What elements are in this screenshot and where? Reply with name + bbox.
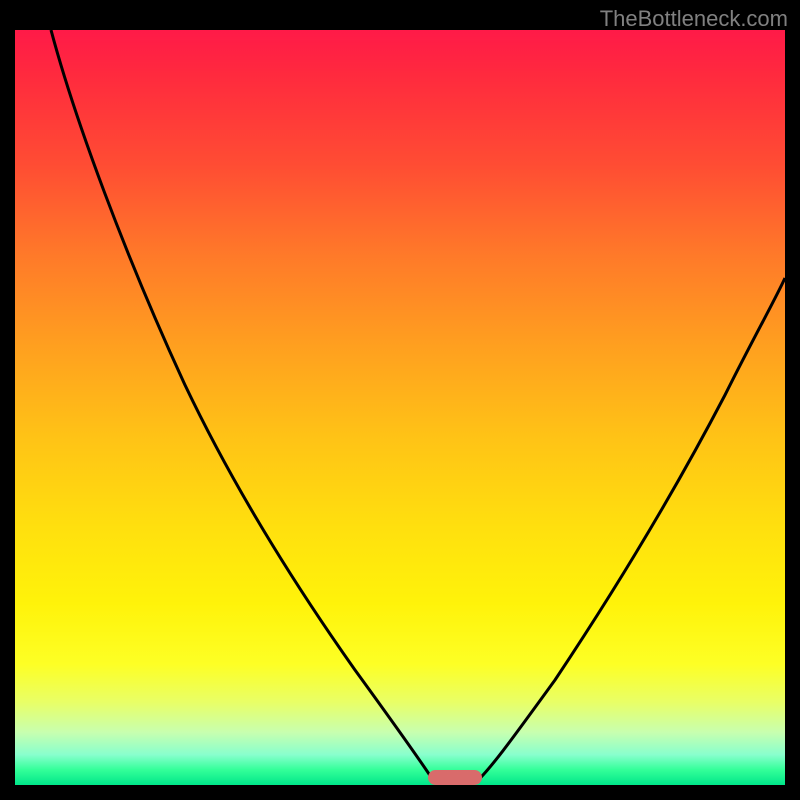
left-curve — [51, 30, 435, 783]
watermark-text: TheBottleneck.com — [600, 6, 788, 32]
optimal-marker — [428, 770, 482, 785]
chart-plot-area — [15, 30, 785, 785]
right-curve — [475, 278, 785, 783]
chart-curve-svg — [15, 30, 785, 785]
